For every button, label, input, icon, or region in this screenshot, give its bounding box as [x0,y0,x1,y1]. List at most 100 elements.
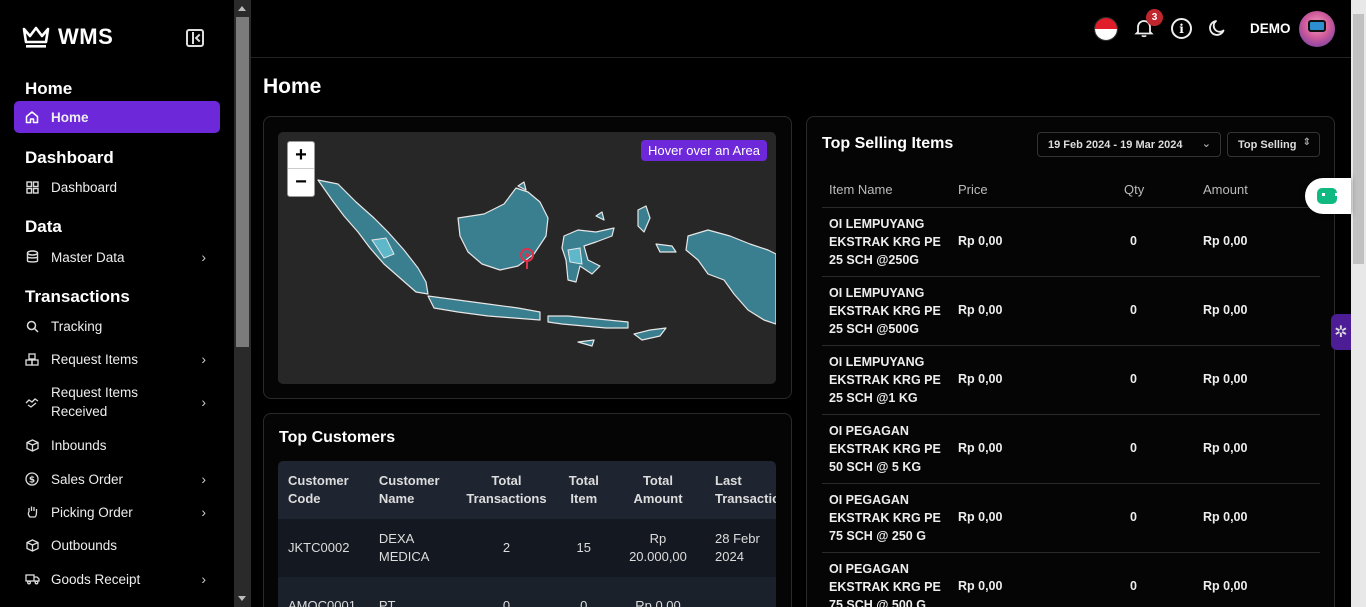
table-row[interactable]: AMQC0001 PT 0 0 Rp 0,00 [278,577,776,607]
sidebar-item-picking-order[interactable]: Picking Order › [14,503,220,521]
table-row[interactable]: OI LEMPUYANG EKSTRAK KRG PE 25 SCH @1 KG… [822,346,1320,415]
column-header[interactable]: Customer Name [368,461,457,519]
sidebar-item-label: Picking Order [51,504,133,520]
item-qty: 0 [1130,372,1137,386]
chat-widget-button[interactable] [1305,178,1351,214]
moon-icon[interactable] [1208,18,1228,38]
map-hover-hint: Hover over an Area [640,140,767,161]
brand[interactable]: WMS [22,24,113,50]
zoom-out-button[interactable]: − [288,169,314,196]
item-amount: Rp 0,00 [1203,372,1248,386]
window-scrollbar-thumb[interactable] [1353,14,1364,264]
table-row[interactable]: OI PEGAGAN EKSTRAK KRG PE 75 SCH @ 500 G… [822,553,1320,607]
cell-total-item: 15 [556,519,611,577]
sidebar-item-label: Master Data [51,249,125,265]
date-range-select[interactable]: 19 Feb 2024 - 19 Mar 2024 ⌄ [1037,132,1221,157]
item-amount: Rp 0,00 [1203,579,1248,593]
table-row[interactable]: OI LEMPUYANG EKSTRAK KRG PE 25 SCH @500G… [822,277,1320,346]
item-price: Rp 0,00 [958,579,1003,593]
region-maluku [637,205,677,253]
item-price: Rp 0,00 [958,372,1003,386]
sidebar-item-label: Dashboard [51,179,118,195]
item-amount: Rp 0,00 [1203,234,1248,248]
dollar-circle-icon: $ [24,471,40,487]
column-header-amount[interactable]: Amount [1203,182,1248,197]
sidebar-item-label: Home [51,109,89,125]
sidebar-item-request-items-received[interactable]: Request Items Received › [14,383,220,421]
column-header[interactable]: Customer Code [278,461,369,519]
cell-customer-code: AMQC0001 [278,577,369,607]
avatar[interactable] [1299,11,1335,47]
table-row[interactable]: OI PEGAGAN EKSTRAK KRG PE 75 SCH @ 250 G… [822,484,1320,553]
chevron-right-icon: › [201,249,206,265]
column-header[interactable]: Total Amount [610,461,705,519]
table-row[interactable]: OI LEMPUYANG EKSTRAK KRG PE 25 SCH @250G… [822,208,1320,277]
sidebar-item-sales-order[interactable]: $ Sales Order › [14,470,220,488]
window-scrollbar[interactable] [1351,0,1366,607]
column-header-qty[interactable]: Qty [1124,182,1144,197]
column-header[interactable]: Total Item [556,461,611,519]
item-price: Rp 0,00 [958,303,1003,317]
sidebar-item-goods-receipt[interactable]: Goods Receipt › [14,570,220,588]
sidebar-item-label: Sales Order [51,471,124,487]
sidebar-item-master-data[interactable]: Master Data › [14,248,220,266]
column-header[interactable]: Last Transaction [705,461,776,519]
sidebar-scrollbar[interactable] [234,0,251,607]
sidebar-item-outbounds[interactable]: Outbounds [14,536,220,554]
sidebar-item-label: Goods Receipt [51,571,141,587]
table-row[interactable]: OI PEGAGAN EKSTRAK KRG PE 50 SCH @ 5 KG … [822,415,1320,484]
chat-icon [1317,188,1338,204]
region-timor [633,327,667,341]
scroll-up-arrow-icon[interactable] [238,6,246,11]
sidebar-item-request-items[interactable]: Request Items › [14,350,220,368]
truck-icon [24,571,40,587]
box-out-icon [24,537,40,553]
indonesia-map-shapes[interactable] [278,132,776,384]
region-bali-nusa [547,315,629,329]
column-header-item-name[interactable]: Item Name [829,182,893,197]
top-selling-header: Item Name Price Qty Amount [822,174,1320,208]
item-price: Rp 0,00 [958,441,1003,455]
scroll-down-arrow-icon[interactable] [238,596,246,601]
item-qty: 0 [1130,579,1137,593]
collapse-sidebar-icon[interactable] [186,29,204,47]
cell-customer-name: PT [368,577,457,607]
scrollbar-thumb[interactable] [236,17,249,347]
table-row[interactable]: JKTC0002 DEXA MEDICA 2 15 Rp 20.000,00 2… [278,519,776,577]
section-data: Data [25,217,62,236]
region-papua [685,229,776,325]
notification-count-badge: 3 [1146,9,1163,26]
grid-icon [24,179,40,195]
item-qty: 0 [1130,303,1137,317]
indonesia-map[interactable]: + − Hover over an Area [278,132,776,384]
top-selling-title: Top Selling Items [822,135,954,152]
region-sumatra [317,179,429,295]
top-selling-card: Top Selling Items 19 Feb 2024 - 19 Mar 2… [806,116,1335,607]
search-icon [24,318,40,334]
zoom-control: + − [287,141,315,197]
info-icon[interactable]: i [1171,18,1192,39]
item-price: Rp 0,00 [958,510,1003,524]
topbar: 3 i DEMO [251,0,1366,58]
sidebar-item-tracking[interactable]: Tracking [14,317,220,335]
language-flag-icon[interactable] [1094,17,1118,41]
user-name[interactable]: DEMO [1250,21,1291,36]
column-header-price[interactable]: Price [958,182,988,197]
cell-customer-name: DEXA MEDICA [368,519,457,577]
column-header[interactable]: Total Transactions [456,461,557,519]
sidebar-item-home[interactable]: Home [14,101,220,133]
section-home: Home [25,79,73,98]
sidebar-item-inbounds[interactable]: Inbounds [14,436,220,454]
chevron-down-icon: ⌄ [1201,138,1211,150]
item-qty: 0 [1130,510,1137,524]
customers-table: Customer Code Customer Name Total Transa… [278,461,776,607]
sidebar-item-dashboard[interactable]: Dashboard [14,178,220,196]
zoom-in-button[interactable]: + [288,142,314,169]
settings-gear-icon[interactable]: ✲ [1331,314,1351,350]
chevron-right-icon: › [201,571,206,587]
cell-total-amount: Rp 20.000,00 [610,519,705,577]
database-icon [24,249,40,265]
cell-total-transactions: 0 [456,577,557,607]
item-amount: Rp 0,00 [1203,510,1248,524]
sort-mode-select[interactable]: Top Selling ⇕ [1227,132,1320,157]
